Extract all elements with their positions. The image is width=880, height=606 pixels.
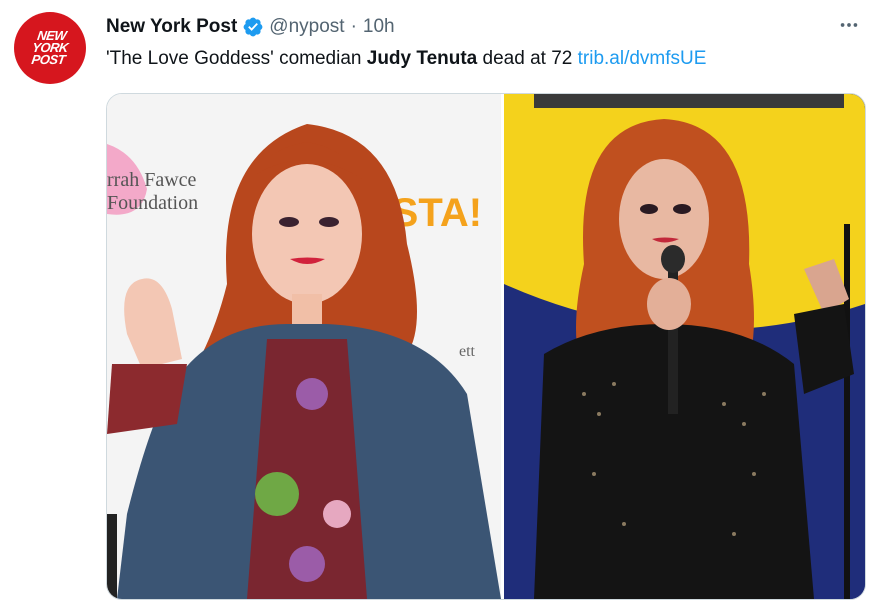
handle[interactable]: @nypost: [269, 16, 344, 38]
tweet-text-part: 'The Love Goddess' comedian: [106, 48, 367, 69]
avatar-logo: NEW YORK POST: [22, 28, 77, 67]
backdrop-text: rrah Fawce: [107, 169, 197, 191]
tweet-text-part: dead at 72: [477, 48, 578, 69]
tweet-text-bold: Judy Tenuta: [366, 48, 478, 69]
avatar[interactable]: NEW YORK POST: [14, 12, 86, 84]
more-dots-icon[interactable]: [834, 12, 864, 38]
tweet-header: New York Post @nypost · 10h: [106, 14, 395, 40]
separator: ·: [350, 16, 357, 37]
photo-on-stage[interactable]: [504, 94, 865, 599]
photo-red-carpet[interactable]: rrah Fawce Foundation ESTA! ett: [107, 94, 504, 599]
tweet-card[interactable]: NEW YORK POST New York Post @nypost · 10…: [0, 0, 880, 606]
tweet-text: 'The Love Goddess' comedian Judy Tenuta …: [106, 46, 706, 72]
display-name[interactable]: New York Post: [106, 16, 237, 38]
backdrop-text: Foundation: [107, 192, 198, 214]
tweet-link[interactable]: trib.al/dvmfsUE: [578, 48, 707, 69]
timestamp[interactable]: 10h: [363, 16, 395, 38]
verified-badge-icon: [243, 17, 263, 37]
avatar-line-3: POST: [30, 52, 67, 67]
backdrop-text: ett: [459, 343, 476, 360]
media-grid[interactable]: rrah Fawce Foundation ESTA! ett: [106, 93, 866, 600]
